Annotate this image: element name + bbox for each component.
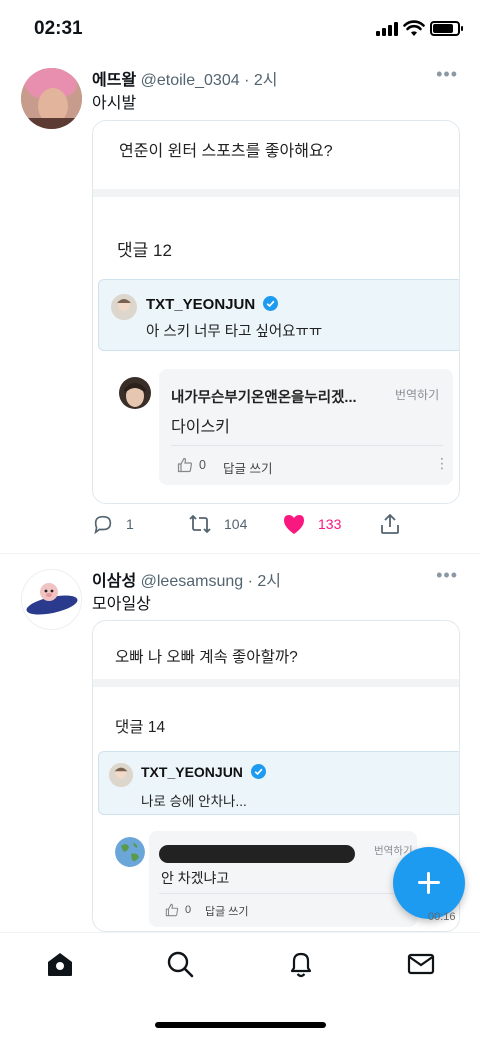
tweet-actions: 1 104 133	[92, 513, 412, 537]
author-name[interactable]: 에뜨왈	[92, 72, 136, 89]
home-indicator	[155, 1022, 326, 1028]
comment-count: 댓글 12	[117, 241, 172, 260]
pinned-avatar	[111, 294, 137, 320]
home-icon[interactable]	[45, 949, 75, 979]
retweet-count: 104	[224, 516, 248, 532]
compose-button[interactable]	[393, 847, 465, 919]
like-button[interactable]: 133	[282, 513, 341, 535]
tweet-text: 모아일상	[92, 596, 151, 613]
reply-button[interactable]: 1	[92, 513, 134, 535]
author-handle[interactable]: @leesamsung	[141, 573, 244, 590]
retweet-button[interactable]: 104	[188, 513, 247, 535]
avatar[interactable]	[21, 68, 82, 129]
write-reply-button[interactable]: 답글 쓰기	[223, 458, 272, 477]
reply: 내가무슨부기온앤온을누리겠... 번역하기 다이스키 0 답글 쓰기 ⋮	[93, 361, 459, 501]
tweet[interactable]: 에뜨왈 @etoile_0304 · 2시 ••• 아시발 연준이 윈터 스포츠…	[0, 0, 480, 553]
avatar[interactable]	[21, 569, 82, 630]
reply-text: 안 차겠냐고	[161, 870, 230, 886]
reply-author[interactable]: 내가무슨부기온앤온을누리겠...	[171, 386, 357, 407]
messages-icon[interactable]	[406, 949, 436, 979]
pinned-avatar	[109, 763, 133, 787]
video-timestamp: 00:16	[428, 911, 456, 923]
thumbs-up-icon	[177, 457, 193, 473]
reply-divider	[159, 893, 409, 894]
notifications-icon[interactable]	[286, 949, 316, 979]
author-handle[interactable]: @etoile_0304	[141, 72, 240, 89]
verified-icon	[263, 296, 279, 311]
card-question: 오빠 나 오빠 계속 좋아할까?	[115, 649, 298, 666]
reply-like-count: 0	[199, 458, 206, 472]
pinned-comment: TXT_YEONJUN 나로 승에 안차나...	[98, 751, 459, 815]
comment-card[interactable]: 연준이 윈터 스포츠를 좋아해요? 댓글 12 TXT_YEONJUN 아 스키…	[92, 120, 460, 504]
share-button[interactable]	[379, 513, 401, 535]
write-reply-button[interactable]: 답글 쓰기	[205, 903, 249, 919]
tweet-header: 에뜨왈 @etoile_0304 · 2시	[92, 66, 277, 90]
pinned-author: TXT_YEONJUN	[141, 764, 266, 780]
reply-icon	[94, 515, 112, 535]
redacted-username	[159, 845, 355, 863]
author-name[interactable]: 이삼성	[92, 573, 136, 590]
tweet-header: 이삼성 @leesamsung · 2시	[92, 567, 281, 591]
card-separator	[93, 189, 459, 197]
pinned-author: TXT_YEONJUN	[146, 296, 279, 313]
share-icon	[381, 514, 399, 534]
pinned-text: 나로 승에 안차나...	[141, 794, 247, 809]
comment-count: 댓글 14	[115, 719, 166, 736]
reply-text: 다이스키	[171, 419, 230, 436]
reply-like-button[interactable]: 0	[177, 457, 206, 473]
reply-box: 번역하기 안 차겠냐고 0 답글 쓰기	[149, 831, 417, 927]
tweet-text: 아시발	[92, 95, 137, 112]
reply-more-icon[interactable]: ⋮	[435, 455, 449, 472]
thumbs-up-icon	[165, 903, 179, 917]
heart-filled-icon	[284, 515, 304, 534]
tweet-time: · 2시	[244, 72, 278, 89]
reply-count: 1	[126, 516, 134, 532]
translate-link[interactable]: 번역하기	[395, 386, 439, 403]
retweet-icon	[189, 515, 211, 533]
like-count: 133	[318, 516, 342, 532]
card-separator	[93, 679, 459, 687]
reply-avatar	[115, 837, 145, 867]
verified-icon	[250, 764, 266, 779]
tweet-time: · 2시	[247, 573, 281, 590]
card-question: 연준이 윈터 스포츠를 좋아해요?	[119, 143, 333, 160]
reply-like-count: 0	[185, 904, 192, 916]
search-icon[interactable]	[165, 949, 195, 979]
reply-divider	[171, 445, 443, 446]
more-options-icon[interactable]: •••	[436, 64, 458, 85]
reply-like-button[interactable]: 0	[165, 903, 191, 917]
pinned-author-name: TXT_YEONJUN	[146, 296, 256, 313]
pinned-text: 아 스키 너무 타고 싶어요ㅠㅠ	[146, 324, 323, 340]
reply-avatar	[119, 377, 151, 409]
pinned-comment: TXT_YEONJUN 아 스키 너무 타고 싶어요ㅠㅠ	[98, 279, 459, 351]
more-options-icon[interactable]: •••	[436, 565, 458, 586]
pinned-author-name: TXT_YEONJUN	[141, 764, 243, 780]
reply-box: 내가무슨부기온앤온을누리겠... 번역하기 다이스키 0 답글 쓰기 ⋮	[159, 369, 453, 485]
